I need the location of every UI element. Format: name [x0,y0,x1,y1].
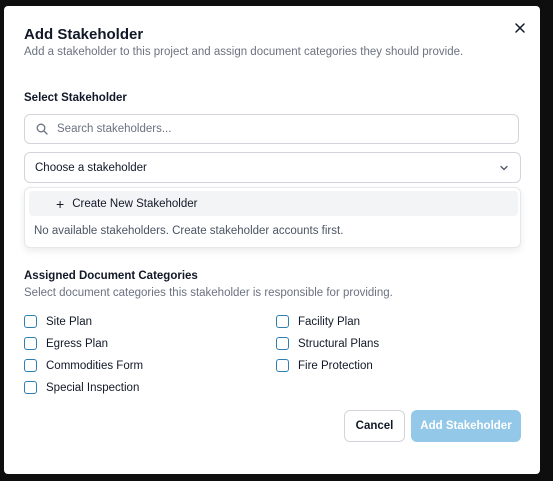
category-fire-protection[interactable]: Fire Protection [276,359,373,372]
category-label: Site Plan [46,315,93,328]
select-stakeholder-label: Select Stakeholder [24,92,127,104]
search-icon [36,123,48,135]
checkbox[interactable] [276,337,289,350]
dialog-title: Add Stakeholder [24,26,144,43]
plus-icon: + [56,195,65,212]
category-egress-plan[interactable]: Egress Plan [24,337,108,350]
category-label: Fire Protection [298,359,373,372]
categories-title: Assigned Document Categories [24,270,198,282]
create-new-stakeholder-item[interactable]: + Create New Stakeholder [29,191,518,216]
checkbox[interactable] [24,315,37,328]
category-label: Egress Plan [46,337,109,350]
search-input[interactable] [55,122,518,136]
category-label: Special Inspection [46,381,140,394]
empty-message: No available stakeholders. Create stakeh… [34,225,344,237]
category-label: Commodities Form [46,359,144,372]
category-facility-plan[interactable]: Facility Plan [276,315,360,328]
search-box [24,114,519,144]
categories-subtitle: Select document categories this stakehol… [24,287,393,299]
checkbox[interactable] [24,381,37,394]
checkbox[interactable] [24,337,37,350]
category-commodities-form[interactable]: Commodities Form [24,359,143,372]
close-button[interactable] [512,20,528,36]
category-special-inspection[interactable]: Special Inspection [24,381,139,394]
dialog-subtitle: Add a stakeholder to this project and as… [24,46,464,58]
checkbox[interactable] [276,315,289,328]
category-site-plan[interactable]: Site Plan [24,315,92,328]
select-value: Choose a stakeholder [35,161,147,174]
stakeholder-dropdown: + Create New Stakeholder No available st… [24,187,521,248]
stakeholder-select[interactable]: Choose a stakeholder [24,152,521,183]
cancel-button[interactable]: Cancel [344,410,405,442]
checkbox[interactable] [24,359,37,372]
chevron-down-icon [500,165,508,170]
category-structural-plans[interactable]: Structural Plans [276,337,379,350]
close-icon [515,23,525,33]
category-label: Facility Plan [298,315,360,328]
checkbox[interactable] [276,359,289,372]
create-new-label: Create New Stakeholder [72,197,198,210]
category-label: Structural Plans [298,337,380,350]
add-stakeholder-dialog: Add Stakeholder Add a stakeholder to thi… [4,6,540,474]
add-stakeholder-button[interactable]: Add Stakeholder [411,410,521,442]
